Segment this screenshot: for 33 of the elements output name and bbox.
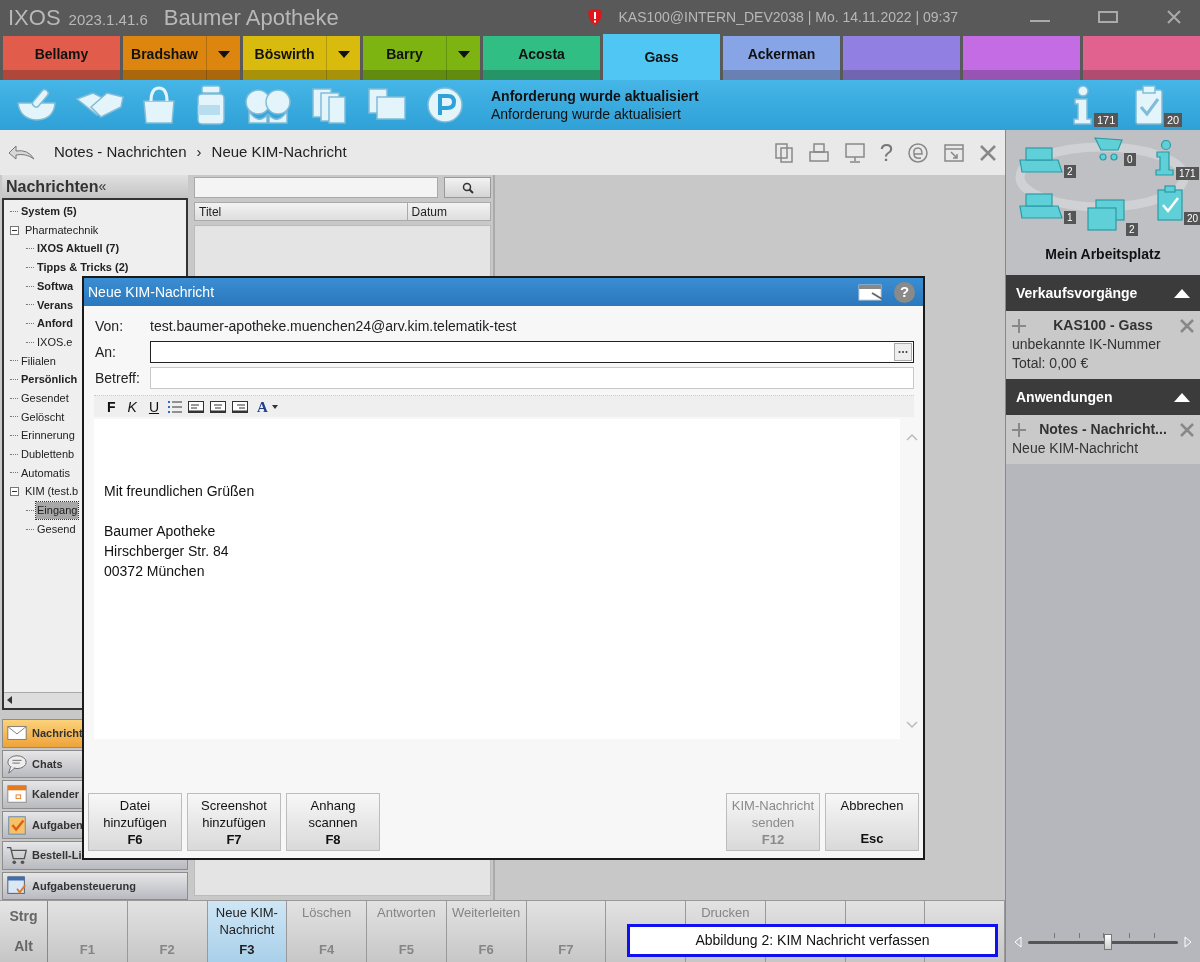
breadcrumb-separator: › xyxy=(196,142,202,163)
breadcrumb-item: Neue KIM-Nachricht xyxy=(211,142,347,163)
signature-line: Baumer Apotheke xyxy=(104,522,217,541)
session-status: KAS100@INTERN_DEV2038 | Mo. 14.11.2022 | 09:37 xyxy=(618,7,958,27)
entry-detail: Neue KIM-Nachricht xyxy=(1012,439,1140,458)
version-label: 2023.1.41.6 xyxy=(68,9,148,30)
section-title: Verkaufsvorgänge xyxy=(1016,283,1138,303)
count-badge: 20 xyxy=(1164,113,1183,127)
count-badge: 171 xyxy=(1176,167,1199,180)
greeting-text: Mit freundlichen Grüßen xyxy=(104,482,256,501)
pharmacy-name: Baumer Apotheke xyxy=(163,3,339,32)
entry-detail: unbekannte IK-Nummer xyxy=(1012,335,1162,354)
count-badge: 20 xyxy=(1184,212,1200,225)
count-badge: 2 xyxy=(1126,223,1138,236)
panel-title: Nachrichten xyxy=(6,176,99,197)
field-label: Betreff: xyxy=(95,368,141,388)
signature-line: Hirschberger Str. 84 xyxy=(104,542,230,561)
entry-detail: Total: 0,00 € xyxy=(1012,354,1090,373)
app-name: IXOS xyxy=(8,3,61,32)
signature-line: 00372 München xyxy=(104,562,206,581)
section-title: Anwendungen xyxy=(1016,387,1113,407)
count-badge: 171 xyxy=(1094,113,1119,127)
workplace-title: Mein Arbeitsplatz xyxy=(1044,245,1162,264)
caption-tooltip: Abbildung 2: KIM Nachricht verfassen xyxy=(627,924,998,957)
dialog-title: Neue KIM-Nachricht xyxy=(88,282,215,302)
field-label: Von: xyxy=(95,316,125,336)
field-label: An: xyxy=(95,342,117,362)
notification-title: Anforderung wurde aktualisiert xyxy=(491,87,700,105)
count-badge: 2 xyxy=(1064,165,1076,178)
sender-address: test.baumer-apotheke.muenchen24@arv.kim.telematik-test xyxy=(150,316,517,336)
count-badge: 0 xyxy=(1124,153,1136,166)
notification-text: Anforderung wurde aktualisiert xyxy=(491,105,682,123)
count-badge: 1 xyxy=(1064,211,1076,224)
